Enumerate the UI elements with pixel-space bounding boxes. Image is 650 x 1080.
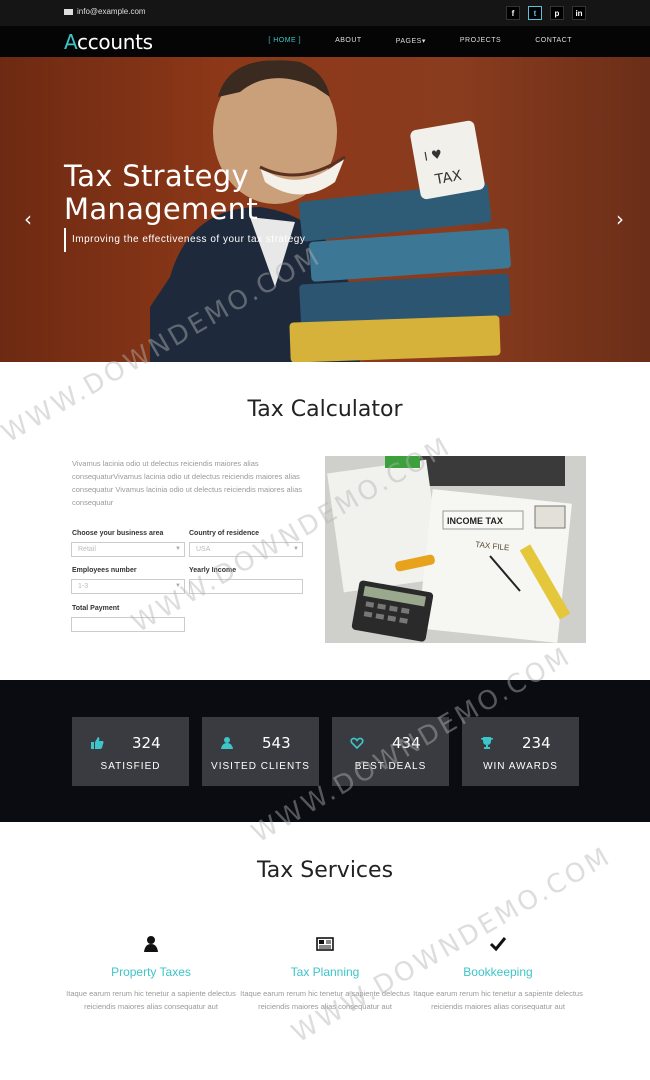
stat-number: 324: [132, 734, 161, 752]
business-area-select[interactable]: Retail ▼: [71, 542, 185, 557]
top-bar: info@example.com f t p in: [0, 0, 650, 26]
stats-section: 324 SATISFIED 543 VISITED CLIENTS 434 BE…: [0, 680, 650, 822]
service-title[interactable]: Property Taxes: [66, 965, 236, 979]
social-links: f t p in: [506, 6, 586, 20]
calculator-title: Tax Calculator: [247, 397, 403, 422]
service-description: Itaque earum rerum hic tenetur a sapient…: [240, 989, 410, 1011]
services-title: Tax Services: [256, 858, 394, 883]
logo[interactable]: Accounts: [64, 30, 153, 54]
stat-number: 434: [392, 734, 421, 752]
employees-select[interactable]: 1-3 ▼: [71, 579, 185, 594]
service-description: Itaque earum rerum hic tenetur a sapient…: [413, 989, 583, 1011]
nav-item-contact[interactable]: CONTACT: [535, 37, 572, 45]
employees-value: 1-3: [78, 583, 89, 590]
total-payment-label: Total Payment: [72, 605, 120, 612]
nav-item-projects[interactable]: PROJECTS: [460, 37, 501, 45]
thumbs-up-icon: [91, 737, 104, 749]
service-title[interactable]: Bookkeeping: [413, 965, 583, 979]
email-text[interactable]: info@example.com: [77, 7, 146, 16]
hero-tagline: Improving the effectiveness of your tax …: [64, 228, 305, 252]
income-label: Yearly Income: [189, 567, 237, 574]
mail-icon: [64, 8, 73, 15]
contact-email[interactable]: info@example.com: [64, 7, 146, 16]
income-input[interactable]: [189, 579, 303, 594]
nav-menu: [ HOME ] ABOUT PAGES▾ PROJECTS CONTACT: [234, 37, 572, 45]
service-property-taxes: Property Taxes Itaque earum rerum hic te…: [66, 935, 236, 1013]
newspaper-icon: [316, 937, 334, 951]
tax-documents-photo: INCOME TAX TAX FILE: [325, 456, 586, 643]
nav-item-home[interactable]: [ HOME ]: [268, 37, 301, 45]
chevron-down-icon: ▼: [175, 546, 181, 552]
facebook-icon[interactable]: f: [506, 6, 520, 20]
service-description: Itaque earum rerum hic tenetur a sapient…: [66, 989, 236, 1011]
checkmark-icon: [489, 937, 507, 952]
logo-rest: ccounts: [77, 30, 153, 54]
employees-label: Employees number: [72, 567, 137, 574]
chevron-down-icon: ▼: [293, 546, 299, 552]
stat-label: VISITED CLIENTS: [211, 761, 310, 772]
stat-label: SATISFIED: [100, 761, 161, 772]
linkedin-icon[interactable]: in: [572, 6, 586, 20]
business-area-label: Choose your business area: [72, 530, 164, 537]
country-select[interactable]: USA ▼: [189, 542, 303, 557]
stat-best-deals: 434 BEST DEALS: [332, 717, 449, 786]
slider-prev-icon[interactable]: ‹: [24, 207, 32, 231]
photo-income-tax: INCOME TAX: [447, 516, 503, 526]
stat-number: 543: [262, 734, 291, 752]
stat-label: WIN AWARDS: [483, 761, 558, 772]
nav-item-pages[interactable]: PAGES▾: [396, 37, 426, 45]
business-area-value: Retail: [78, 546, 96, 553]
service-title[interactable]: Tax Planning: [240, 965, 410, 979]
pinterest-icon[interactable]: p: [550, 6, 564, 20]
user-icon: [221, 737, 233, 749]
calculator-description: Vivamus lacinia odio ut delectus reicien…: [72, 459, 302, 507]
total-payment-input[interactable]: [71, 617, 185, 632]
navbar: Accounts [ HOME ] ABOUT PAGES▾ PROJECTS …: [0, 26, 650, 57]
logo-initial: A: [64, 30, 78, 54]
hero-title: Tax Strategy Management: [64, 159, 259, 226]
country-value: USA: [196, 546, 211, 553]
chevron-down-icon: ▼: [175, 583, 181, 589]
stat-satisfied: 324 SATISFIED: [72, 717, 189, 786]
trophy-icon: [481, 737, 493, 749]
service-tax-planning: Tax Planning Itaque earum rerum hic tene…: [240, 935, 410, 1013]
slider-next-icon[interactable]: ›: [616, 207, 624, 231]
service-bookkeeping: Bookkeeping Itaque earum rerum hic tenet…: [413, 935, 583, 1013]
heart-icon: [350, 737, 364, 750]
user-icon: [144, 936, 158, 952]
country-label: Country of residence: [189, 530, 260, 537]
twitter-icon[interactable]: t: [528, 6, 542, 20]
stat-number: 234: [522, 734, 551, 752]
hero-slider: I ♥ TAX Tax Strategy Management Improvin…: [0, 57, 650, 362]
stat-label: BEST DEALS: [354, 761, 427, 772]
nav-item-about[interactable]: ABOUT: [335, 37, 362, 45]
stat-win-awards: 234 WIN AWARDS: [462, 717, 579, 786]
stat-visited-clients: 543 VISITED CLIENTS: [202, 717, 319, 786]
